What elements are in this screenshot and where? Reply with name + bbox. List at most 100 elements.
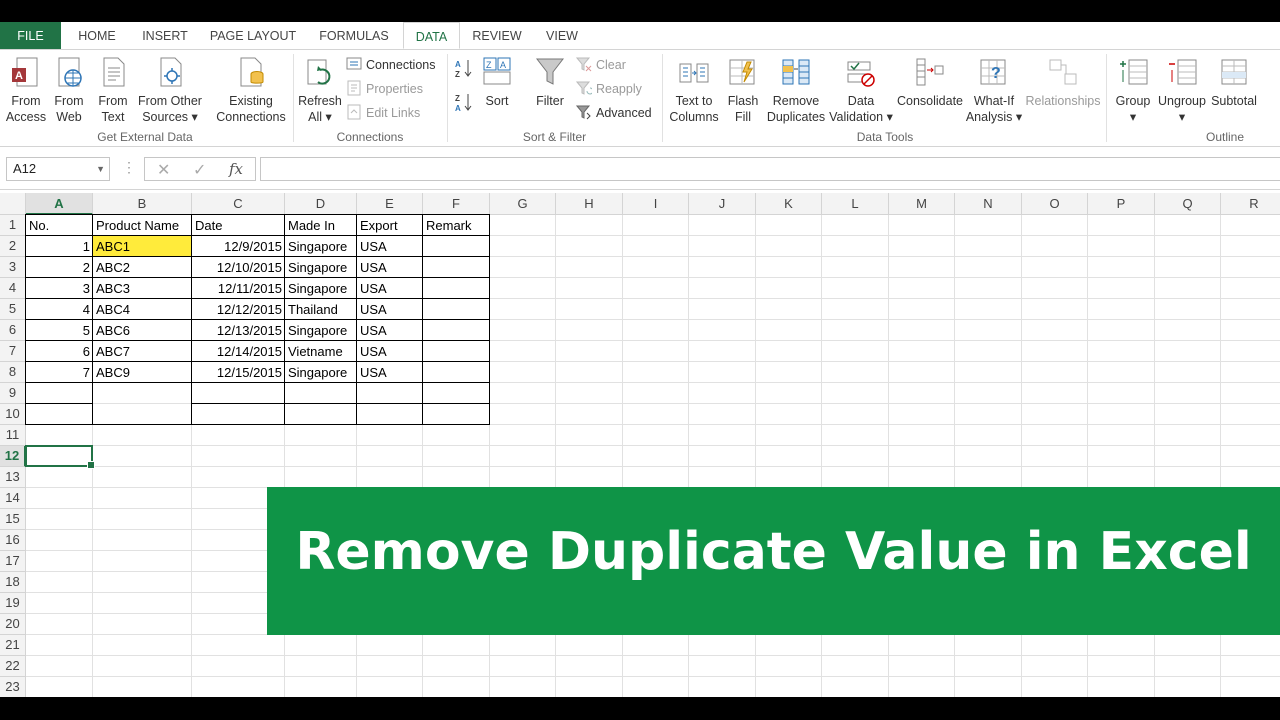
table-cell[interactable]: 12/15/2015 xyxy=(192,362,285,383)
table-cell[interactable]: 12/9/2015 xyxy=(192,236,285,257)
table-cell[interactable]: ABC3 xyxy=(93,278,192,299)
table-cell[interactable]: ABC9 xyxy=(93,362,192,383)
table-cell[interactable]: 12/14/2015 xyxy=(192,341,285,362)
ungroup-button[interactable]: Ungroup ▾ xyxy=(1156,56,1208,125)
table-cell[interactable]: USA xyxy=(357,278,423,299)
column-header-r[interactable]: R xyxy=(1221,193,1280,215)
column-header-m[interactable]: M xyxy=(889,193,955,215)
table-cell[interactable]: ABC6 xyxy=(93,320,192,341)
row-header-3[interactable]: 3 xyxy=(0,257,26,278)
name-box[interactable]: A12 ▼ xyxy=(6,157,110,181)
table-cell[interactable]: 2 xyxy=(26,257,93,278)
sort-descending-button[interactable]: ZA xyxy=(455,92,477,113)
insert-function-icon[interactable]: fx xyxy=(229,160,243,178)
table-cell[interactable]: ABC7 xyxy=(93,341,192,362)
row-header-16[interactable]: 16 xyxy=(0,530,26,551)
table-cell[interactable]: ABC1 xyxy=(93,236,192,257)
row-header-8[interactable]: 8 xyxy=(0,362,26,383)
from-web-button[interactable]: From Web xyxy=(48,56,90,125)
row-header-12[interactable]: 12 xyxy=(0,446,26,467)
table-cell[interactable]: Thailand xyxy=(285,299,357,320)
tab-view[interactable]: VIEW xyxy=(536,22,588,49)
row-header-19[interactable]: 19 xyxy=(0,593,26,614)
flash-fill-button[interactable]: Flash Fill xyxy=(722,56,764,125)
row-header-17[interactable]: 17 xyxy=(0,551,26,572)
row-header-2[interactable]: 2 xyxy=(0,236,26,257)
row-header-4[interactable]: 4 xyxy=(0,278,26,299)
clear-filter-button[interactable]: Clear xyxy=(575,55,626,75)
row-header-11[interactable]: 11 xyxy=(0,425,26,446)
column-header-i[interactable]: I xyxy=(623,193,689,215)
row-header-13[interactable]: 13 xyxy=(0,467,26,488)
row-header-20[interactable]: 20 xyxy=(0,614,26,635)
tab-data[interactable]: DATA xyxy=(403,22,460,49)
tab-review[interactable]: REVIEW xyxy=(466,22,528,49)
table-cell[interactable]: Singapore xyxy=(285,257,357,278)
row-header-15[interactable]: 15 xyxy=(0,509,26,530)
table-header-cell[interactable]: Export xyxy=(357,215,423,236)
row-header-23[interactable]: 23 xyxy=(0,677,26,697)
column-header-q[interactable]: Q xyxy=(1155,193,1221,215)
edit-links-button[interactable]: Edit Links xyxy=(346,103,420,123)
table-cell[interactable]: 12/11/2015 xyxy=(192,278,285,299)
row-header-22[interactable]: 22 xyxy=(0,656,26,677)
reapply-button[interactable]: Reapply xyxy=(575,79,642,99)
table-cell[interactable]: ABC2 xyxy=(93,257,192,278)
refresh-all-button[interactable]: Refresh All ▾ xyxy=(296,56,344,125)
tab-file[interactable]: FILE xyxy=(0,22,61,49)
table-cell[interactable] xyxy=(423,320,490,341)
row-header-21[interactable]: 21 xyxy=(0,635,26,656)
what-if-analysis-button[interactable]: ? What-If Analysis ▾ xyxy=(964,56,1024,125)
properties-button[interactable]: Properties xyxy=(346,79,423,99)
column-header-n[interactable]: N xyxy=(955,193,1022,215)
column-header-a[interactable]: A xyxy=(26,193,93,215)
row-header-14[interactable]: 14 xyxy=(0,488,26,509)
column-header-c[interactable]: C xyxy=(192,193,285,215)
table-header-cell[interactable]: Product Name xyxy=(93,215,192,236)
advanced-filter-button[interactable]: Advanced xyxy=(575,103,652,123)
subtotal-button[interactable]: Subtotal xyxy=(1208,56,1260,109)
select-all-corner[interactable] xyxy=(0,193,26,215)
table-cell[interactable]: 12/13/2015 xyxy=(192,320,285,341)
connections-button[interactable]: Connections xyxy=(346,55,436,75)
table-header-cell[interactable]: Remark xyxy=(423,215,490,236)
from-access-button[interactable]: A From Access xyxy=(4,56,48,125)
row-header-1[interactable]: 1 xyxy=(0,215,26,236)
existing-connections-button[interactable]: Existing Connections xyxy=(212,56,290,125)
from-text-button[interactable]: From Text xyxy=(92,56,134,125)
table-header-cell[interactable]: Made In xyxy=(285,215,357,236)
table-cell[interactable] xyxy=(423,257,490,278)
column-header-h[interactable]: H xyxy=(556,193,623,215)
row-header-9[interactable]: 9 xyxy=(0,383,26,404)
column-header-f[interactable]: F xyxy=(423,193,490,215)
sort-button[interactable]: ZA Sort xyxy=(478,56,516,109)
table-cell[interactable]: 12/12/2015 xyxy=(192,299,285,320)
table-cell[interactable]: 6 xyxy=(26,341,93,362)
table-cell[interactable]: Singapore xyxy=(285,362,357,383)
table-cell[interactable]: USA xyxy=(357,320,423,341)
table-header-cell[interactable]: Date xyxy=(192,215,285,236)
table-cell[interactable] xyxy=(423,299,490,320)
table-header-cell[interactable]: No. xyxy=(26,215,93,236)
text-to-columns-button[interactable]: Text to Columns xyxy=(666,56,722,125)
table-cell[interactable]: USA xyxy=(357,236,423,257)
table-cell[interactable]: 5 xyxy=(26,320,93,341)
column-header-e[interactable]: E xyxy=(357,193,423,215)
table-cell[interactable]: 1 xyxy=(26,236,93,257)
table-cell[interactable]: Singapore xyxy=(285,278,357,299)
column-header-b[interactable]: B xyxy=(93,193,192,215)
column-header-d[interactable]: D xyxy=(285,193,357,215)
table-cell[interactable]: USA xyxy=(357,341,423,362)
tab-insert[interactable]: INSERT xyxy=(134,22,196,49)
column-header-o[interactable]: O xyxy=(1022,193,1088,215)
enter-icon[interactable]: ✓ xyxy=(193,160,206,180)
tab-home[interactable]: HOME xyxy=(68,22,126,49)
table-cell[interactable]: Vietname xyxy=(285,341,357,362)
formula-input[interactable] xyxy=(260,157,1280,181)
table-cell[interactable]: 7 xyxy=(26,362,93,383)
table-cell[interactable] xyxy=(423,341,490,362)
table-cell[interactable]: Singapore xyxy=(285,236,357,257)
table-cell[interactable]: ABC4 xyxy=(93,299,192,320)
table-cell[interactable]: USA xyxy=(357,257,423,278)
group-button[interactable]: Group ▾ xyxy=(1110,56,1156,125)
